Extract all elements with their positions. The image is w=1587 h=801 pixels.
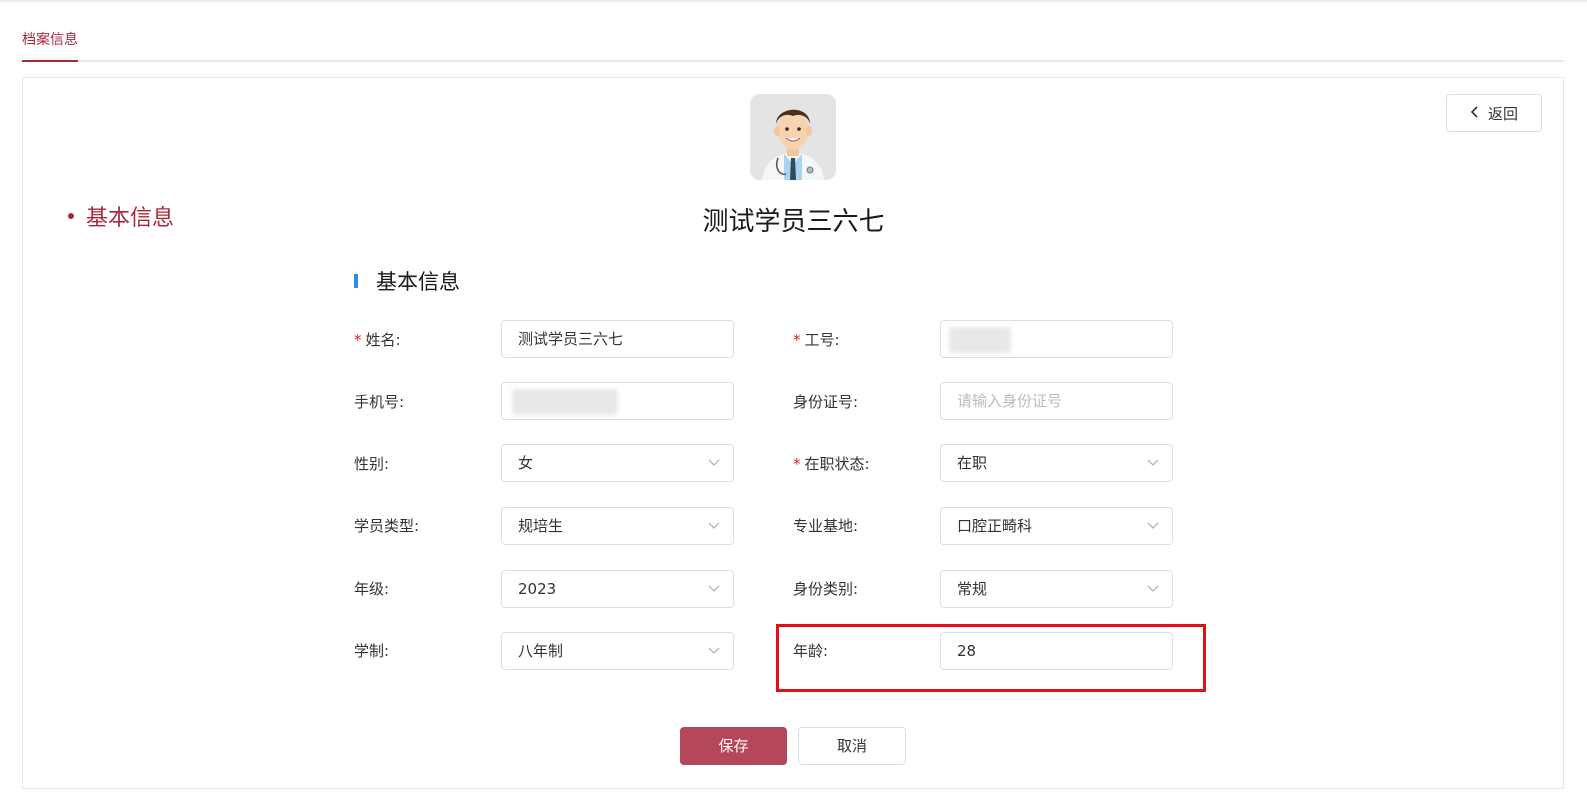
name-label-text: 姓名: xyxy=(365,331,401,349)
chevron-down-icon xyxy=(1147,459,1159,466)
chevron-down-icon xyxy=(708,522,720,529)
base-value: 口腔正畸科 xyxy=(957,517,1033,535)
chevron-down-icon xyxy=(1147,585,1159,592)
top-divider xyxy=(0,0,1587,2)
gender-value: 女 xyxy=(518,454,534,472)
student-type-select[interactable]: 规培生 xyxy=(501,507,734,545)
back-button[interactable]: 返回 xyxy=(1446,94,1542,132)
redacted-mask xyxy=(512,389,618,415)
chevron-down-icon xyxy=(708,585,720,592)
identity-type-label: 身份类别: xyxy=(793,580,859,598)
chevron-down-icon xyxy=(708,647,720,654)
program-length-value: 八年制 xyxy=(518,642,564,660)
base-label: 专业基地: xyxy=(793,517,859,535)
phone-label: 手机号: xyxy=(354,393,405,411)
section-title-text: 基本信息 xyxy=(376,270,460,294)
tab-bar: 档案信息 xyxy=(22,22,1564,62)
student-type-label: 学员类型: xyxy=(354,517,420,535)
cancel-button[interactable]: 取消 xyxy=(798,727,906,765)
program-length-label: 学制: xyxy=(354,642,390,660)
id-card-input[interactable]: 请输入身份证号 xyxy=(940,382,1173,420)
chevron-left-icon xyxy=(1470,104,1480,123)
chevron-down-icon xyxy=(1147,522,1159,529)
back-button-label: 返回 xyxy=(1487,104,1518,123)
base-select[interactable]: 口腔正畸科 xyxy=(940,507,1173,545)
grade-select[interactable]: 2023 xyxy=(501,570,734,608)
required-mark: * xyxy=(793,455,801,473)
tab-archive-info[interactable]: 档案信息 xyxy=(22,30,78,62)
avatar xyxy=(750,94,836,180)
chevron-down-icon xyxy=(708,459,720,466)
person-name: 测试学员三六七 xyxy=(702,207,885,237)
job-no-label: * 工号: xyxy=(793,330,840,350)
grade-value: 2023 xyxy=(518,580,557,598)
employment-status-value: 在职 xyxy=(957,454,988,472)
section-bar-icon xyxy=(354,274,358,288)
employment-status-label-text: 在职状态: xyxy=(804,455,870,473)
identity-type-value: 常规 xyxy=(957,580,988,598)
highlight-box xyxy=(776,624,1206,692)
employment-status-label: * 在职状态: xyxy=(793,454,870,474)
id-card-label: 身份证号: xyxy=(793,393,859,411)
name-input[interactable]: 测试学员三六七 xyxy=(501,320,734,358)
identity-type-select[interactable]: 常规 xyxy=(940,570,1173,608)
gender-select[interactable]: 女 xyxy=(501,444,734,482)
name-label: * 姓名: xyxy=(354,330,401,350)
required-mark: * xyxy=(354,331,362,349)
gender-label: 性别: xyxy=(354,455,390,473)
employment-status-select[interactable]: 在职 xyxy=(940,444,1173,482)
save-button[interactable]: 保存 xyxy=(680,727,787,765)
required-mark: * xyxy=(793,331,801,349)
program-length-select[interactable]: 八年制 xyxy=(501,632,734,670)
job-no-input[interactable] xyxy=(940,320,1173,358)
job-no-label-text: 工号: xyxy=(804,331,840,349)
phone-input[interactable] xyxy=(501,382,734,420)
grade-label: 年级: xyxy=(354,580,390,598)
section-title: 基本信息 xyxy=(354,266,460,296)
student-type-value: 规培生 xyxy=(518,517,564,535)
redacted-mask xyxy=(949,327,1011,353)
